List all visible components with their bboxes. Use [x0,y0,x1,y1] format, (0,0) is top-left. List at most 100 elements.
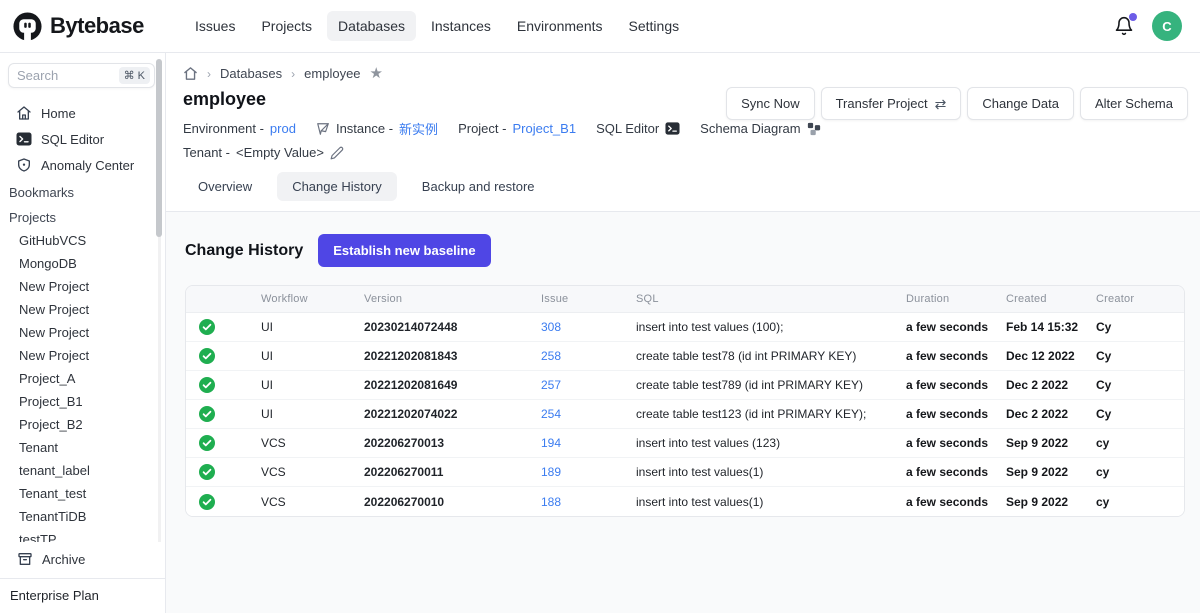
content-area: Change History Establish new baseline Wo… [166,212,1200,613]
issue-link[interactable]: 194 [541,436,561,450]
issue-link[interactable]: 254 [541,407,561,421]
status-cell [186,377,261,393]
bytebase-logo[interactable]: Bytebase [12,11,168,42]
column-header: Duration [906,293,1006,305]
breadcrumb-employee[interactable]: employee [304,66,360,81]
sidebar-project-item[interactable]: Tenant [8,436,155,459]
duration-cell: a few seconds [906,495,1006,509]
sidebar-item-label: Archive [42,552,85,567]
change-data-button[interactable]: Change Data [967,87,1074,120]
sidebar-item-anomaly-center[interactable]: Anomaly Center [8,152,155,178]
sidebar-project-item[interactable]: New Project [8,298,155,321]
main-area: › Databases › employee ★ employee Enviro… [166,53,1200,613]
sidebar-project-item[interactable]: MongoDB [8,252,155,275]
issue-link[interactable]: 188 [541,495,561,509]
environment-link[interactable]: prod [270,121,296,136]
breadcrumb-home-icon[interactable] [183,66,198,81]
creator-cell: Cy [1096,349,1184,363]
column-header: Creator [1096,293,1184,305]
nav-item-settings[interactable]: Settings [618,11,691,41]
column-header: SQL [636,293,906,305]
sidebar-project-item[interactable]: Project_A [8,367,155,390]
sidebar-project-item[interactable]: Project_B2 [8,413,155,436]
workflow-cell: UI [261,378,364,392]
column-header: Issue [541,293,636,305]
nav-item-instances[interactable]: Instances [420,11,502,41]
duration-cell: a few seconds [906,465,1006,479]
database-meta-row: Environment - prod Instance - 新实例 Projec… [183,119,1188,138]
edit-pencil-icon[interactable] [330,146,344,160]
sidebar-project-item[interactable]: New Project [8,344,155,367]
tab-backup-and-restore[interactable]: Backup and restore [407,172,550,201]
table-row: UI 20221202081649 257 create table test7… [186,371,1184,400]
user-avatar[interactable]: C [1152,11,1182,41]
alter-schema-button[interactable]: Alter Schema [1080,87,1188,120]
topbar-right: C [1114,11,1182,41]
meta-schema-diagram[interactable]: Schema Diagram [700,121,820,136]
nav-item-databases[interactable]: Databases [327,11,416,41]
column-header: Version [364,293,541,305]
breadcrumb-databases[interactable]: Databases [220,66,282,81]
shield-icon [16,157,32,173]
tab-overview[interactable]: Overview [183,172,267,201]
sidebar-project-item[interactable]: GitHubVCS [8,229,155,252]
sidebar-project-item[interactable]: Tenant_test [8,482,155,505]
creator-cell: cy [1096,436,1184,450]
search-input[interactable] [17,68,103,83]
version-cell: 20221202081843 [364,349,541,363]
status-cell [186,406,261,422]
button-label: Transfer Project [836,96,928,111]
table-row: UI 20221202081843 258 create table test7… [186,342,1184,371]
sidebar-item-sql-editor[interactable]: SQL Editor [8,126,155,152]
issue-cell: 254 [541,407,636,421]
creator-cell: Cy [1096,407,1184,421]
issue-cell: 194 [541,436,636,450]
issue-link[interactable]: 308 [541,320,561,334]
section-title: Change History [185,242,303,260]
notification-dot [1129,13,1137,21]
home-icon [16,105,32,121]
created-cell: Feb 14 15:32 [1006,320,1096,334]
tenant-value: <Empty Value> [236,145,324,160]
meta-sql-editor[interactable]: SQL Editor [596,121,680,136]
nav-item-issues[interactable]: Issues [184,11,246,41]
workflow-cell: VCS [261,495,364,509]
sync-now-button[interactable]: Sync Now [726,87,815,120]
bookmark-star-icon[interactable]: ★ [370,66,383,81]
issue-link[interactable]: 258 [541,349,561,363]
transfer-project-button[interactable]: Transfer Project ⇄ [821,87,962,120]
created-cell: Sep 9 2022 [1006,465,1096,479]
sidebar-project-item[interactable]: tenant_label [8,459,155,482]
version-cell: 202206270013 [364,436,541,450]
sidebar-project-item[interactable]: New Project [8,321,155,344]
page-header: employee Environment - prod Instance - 新… [166,83,1200,160]
nav-item-projects[interactable]: Projects [250,11,323,41]
sidebar-project-item[interactable]: Project_B1 [8,390,155,413]
status-cell [186,319,261,335]
success-check-icon [199,377,215,393]
project-link[interactable]: Project_B1 [512,121,576,136]
meta-label: Project - [458,121,506,136]
sidebar-scrollbar-thumb[interactable] [156,59,162,237]
issue-link[interactable]: 257 [541,378,561,392]
table-row: VCS 202206270011 189 insert into test va… [186,458,1184,487]
nav-item-environments[interactable]: Environments [506,11,614,41]
workflow-cell: UI [261,407,364,421]
meta-project: Project - Project_B1 [458,121,576,136]
instance-link[interactable]: 新实例 [399,119,438,138]
workflow-cell: VCS [261,436,364,450]
search-box[interactable]: ⌘ K [8,63,155,88]
sidebar-item-home[interactable]: Home [8,100,155,126]
sql-cell: insert into test values (123) [636,436,906,450]
sidebar: ⌘ K Home SQL Editor [0,53,166,613]
notifications-bell-icon[interactable] [1114,16,1134,36]
sidebar-item-archive[interactable]: Archive [0,542,165,578]
status-cell [186,435,261,451]
establish-baseline-button[interactable]: Establish new baseline [318,234,490,267]
top-navigation: IssuesProjectsDatabasesInstancesEnvironm… [184,11,690,41]
tab-change-history[interactable]: Change History [277,172,397,201]
meta-label: Schema Diagram [700,121,800,136]
issue-link[interactable]: 189 [541,465,561,479]
sidebar-project-item[interactable]: TenantTiDB [8,505,155,528]
sidebar-project-item[interactable]: New Project [8,275,155,298]
